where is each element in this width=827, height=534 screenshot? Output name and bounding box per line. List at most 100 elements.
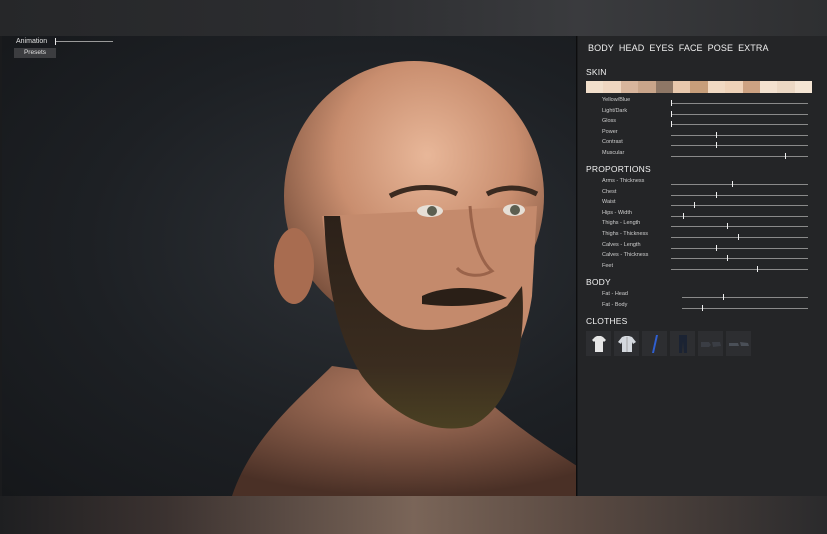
slider-track[interactable] <box>671 142 808 149</box>
slider-knob[interactable] <box>738 234 739 240</box>
skin-slider-row: Yellow/Blue <box>602 96 810 106</box>
character-head-render <box>232 61 576 496</box>
skin-swatch[interactable] <box>777 81 795 93</box>
slider-track[interactable] <box>682 294 808 300</box>
skin-color-palette <box>586 81 813 93</box>
tab-extra[interactable]: EXTRA <box>738 43 769 53</box>
clothing-item-shoes[interactable] <box>726 331 751 356</box>
top-blur-band <box>0 0 827 36</box>
slider-knob[interactable] <box>694 202 695 209</box>
skin-swatch[interactable] <box>707 81 726 93</box>
slider-label: Fat - Head <box>602 291 628 297</box>
slider-knob[interactable] <box>727 255 728 262</box>
proportions-slider-row: Arms - Thickness <box>602 177 810 187</box>
animation-slider-knob[interactable] <box>55 38 57 45</box>
body-section-title: BODY <box>586 277 611 287</box>
clothing-item-boots[interactable] <box>698 331 723 356</box>
slider-track[interactable] <box>671 131 808 138</box>
slider-knob[interactable] <box>683 212 684 219</box>
slider-knob[interactable] <box>671 121 672 128</box>
slider-track[interactable] <box>671 153 808 159</box>
clothing-item-strap[interactable] <box>642 331 667 356</box>
clothing-item-pants[interactable] <box>670 331 695 356</box>
slider-label: Calves - Thickness <box>602 252 649 259</box>
proportions-slider-row: Hips - Width <box>602 209 810 219</box>
body-slider-row: Fat - Body <box>602 301 810 311</box>
character-viewport[interactable]: Animation Presets <box>2 36 577 496</box>
tab-head[interactable]: HEAD <box>619 43 644 53</box>
slider-knob[interactable] <box>723 294 724 300</box>
slider-label: Feet <box>602 262 614 269</box>
slider-track[interactable] <box>671 181 808 187</box>
skin-swatch[interactable] <box>672 81 691 93</box>
skin-slider-row: Power <box>602 128 810 138</box>
slider-label: Muscular <box>602 150 625 156</box>
slider-track[interactable] <box>671 110 808 117</box>
slider-knob[interactable] <box>716 191 717 198</box>
slider-label: Thighs - Thickness <box>602 231 649 237</box>
slider-track[interactable] <box>671 100 808 106</box>
slider-track[interactable] <box>671 255 808 262</box>
skin-swatch[interactable] <box>603 81 621 93</box>
shoes-icon <box>728 341 749 346</box>
tab-body[interactable]: BODY <box>588 43 614 53</box>
slider-label: Chest <box>602 188 617 195</box>
slider-knob[interactable] <box>671 110 672 117</box>
slider-knob[interactable] <box>732 181 733 187</box>
skin-swatch[interactable] <box>742 81 760 93</box>
slider-track[interactable] <box>682 304 808 311</box>
proportions-slider-row: Calves - Thickness <box>602 251 810 262</box>
proportions-slider-row: Thighs - Length <box>602 219 810 230</box>
animation-control: Animation <box>16 38 114 45</box>
clothes-grid <box>586 331 751 356</box>
slider-label: Yellow/Blue <box>602 97 631 103</box>
tab-pose[interactable]: POSE <box>708 43 733 53</box>
presets-button[interactable]: Presets <box>14 48 56 58</box>
slider-track[interactable] <box>671 191 808 198</box>
slider-knob[interactable] <box>757 265 758 272</box>
skin-swatch[interactable] <box>586 81 604 93</box>
proportions-slider-row: Waist <box>602 198 810 209</box>
slider-knob[interactable] <box>716 142 717 149</box>
category-tabs: BODY HEAD EYES FACE POSE EXTRA <box>588 43 769 53</box>
slider-track[interactable] <box>671 202 808 209</box>
customization-panel: BODY HEAD EYES FACE POSE EXTRA SKIN Yell… <box>578 36 827 496</box>
slider-track[interactable] <box>671 265 808 272</box>
slider-knob[interactable] <box>716 131 717 138</box>
slider-label: Hips - Width <box>602 209 632 216</box>
slider-label: Light/Dark <box>602 107 628 114</box>
slider-knob[interactable] <box>727 223 728 230</box>
skin-swatch[interactable] <box>655 81 673 93</box>
slider-label: Fat - Body <box>602 301 628 308</box>
slider-knob[interactable] <box>785 153 786 159</box>
slider-track[interactable] <box>671 223 808 230</box>
pants-icon <box>678 334 687 353</box>
tab-face[interactable]: FACE <box>679 43 703 53</box>
skin-slider-row: Gloss <box>602 117 810 128</box>
slider-track[interactable] <box>671 212 808 219</box>
slider-track[interactable] <box>671 121 808 128</box>
boots-icon <box>700 341 721 347</box>
skin-swatch[interactable] <box>725 81 743 93</box>
slider-label: Waist <box>602 199 616 206</box>
jacket-icon <box>617 335 636 352</box>
clothing-item-tshirt[interactable] <box>586 331 611 356</box>
slider-knob[interactable] <box>702 304 703 311</box>
skin-swatch[interactable] <box>690 81 708 93</box>
skin-swatch[interactable] <box>620 81 639 93</box>
skin-swatch[interactable] <box>759 81 778 93</box>
clothing-item-jacket[interactable] <box>614 331 639 356</box>
skin-swatch[interactable] <box>794 81 813 93</box>
skin-swatch[interactable] <box>638 81 656 93</box>
slider-knob[interactable] <box>716 244 717 251</box>
body-slider-row: Fat - Head <box>602 290 810 300</box>
slider-track[interactable] <box>671 234 808 240</box>
tab-eyes[interactable]: EYES <box>649 43 673 53</box>
animation-label: Animation <box>16 38 48 45</box>
clothes-section-title: CLOTHES <box>586 316 628 326</box>
slider-track[interactable] <box>671 244 808 251</box>
proportions-slider-row: Calves - Length <box>602 241 810 251</box>
tshirt-icon <box>591 335 606 352</box>
animation-slider[interactable] <box>55 38 114 45</box>
slider-knob[interactable] <box>671 100 672 106</box>
